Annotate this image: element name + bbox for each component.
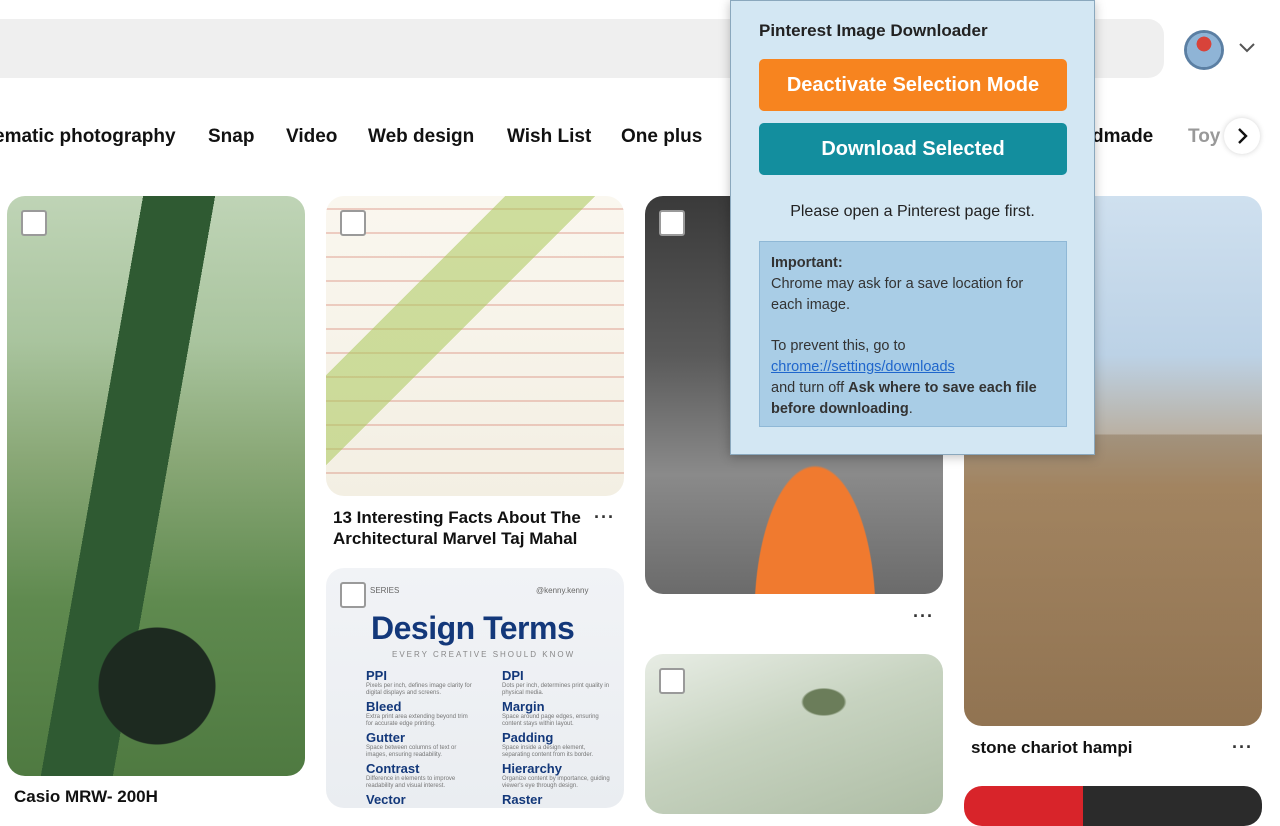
note-line: To prevent this, go to [771,338,906,355]
category-tab[interactable]: ematic photography [0,126,176,148]
category-tab[interactable]: Toy [1188,126,1220,148]
category-tab[interactable]: Video [286,126,337,148]
pin-title[interactable]: 13 Interesting Facts About The Architect… [333,507,583,549]
design-term: Contrast [366,761,420,776]
pin-image-taj-mahal[interactable] [326,196,624,496]
design-term-desc: Pixels per inch, defines image clarity f… [366,683,472,696]
select-checkbox[interactable] [340,210,366,236]
select-checkbox[interactable] [21,210,47,236]
important-note: Important: Chrome may ask for a save loc… [759,241,1067,427]
category-tab[interactable]: Web design [368,126,474,148]
note-text: . [908,400,913,417]
design-subtitle: EVERY CREATIVE SHOULD KNOW [392,650,576,659]
design-term: Hierarchy [502,761,562,776]
design-term-desc: Dots per inch, determines print quality … [502,683,610,696]
design-term: Margin [502,699,545,714]
pin-image-watch[interactable] [7,196,305,776]
chevron-down-icon[interactable] [1238,40,1256,54]
note-text: and turn off [771,379,849,396]
design-series-label: SERIES [370,586,400,595]
chevron-right-icon [1238,128,1248,144]
design-term: Bleed [366,699,402,714]
design-term-desc: Space inside a design element, separatin… [502,745,594,758]
category-tab[interactable]: dmade [1092,126,1153,148]
note-line: Chrome may ask for a save location for e… [771,275,1024,313]
chrome-settings-link[interactable]: chrome://settings/downloads [771,359,955,375]
more-options-icon[interactable]: ··· [913,606,934,627]
select-checkbox[interactable] [340,582,366,608]
select-checkbox[interactable] [659,210,685,236]
category-tab[interactable]: One plus [621,126,702,148]
design-term: PPI [366,668,387,683]
select-checkbox[interactable] [659,668,685,694]
note-heading: Important: [771,255,843,271]
extension-popup: Pinterest Image Downloader Deactivate Se… [730,0,1095,455]
pin-title[interactable]: stone chariot hampi [971,737,1133,758]
design-term: Padding [502,730,554,745]
pin-image-diesel[interactable] [964,786,1262,826]
design-term: Gutter [366,730,405,745]
pin-image-design-terms[interactable]: SERIES @kenny.kenny Design Terms EVERY C… [326,568,624,808]
design-term-desc: Extra print area extending beyond trim f… [366,714,468,727]
design-title: Design Terms [371,610,575,646]
pin-title[interactable]: Casio MRW- 200H [14,786,158,807]
design-handle-label: @kenny.kenny [536,586,589,595]
category-tab[interactable]: Wish List [507,126,591,148]
avatar[interactable] [1184,30,1224,70]
popup-title: Pinterest Image Downloader [759,21,988,40]
status-message: Please open a Pinterest page first. [790,203,1035,220]
more-options-icon[interactable]: ··· [1232,737,1253,758]
design-term-desc: Space between columns of text or images,… [366,745,457,758]
deactivate-selection-mode-button[interactable]: Deactivate Selection Mode [759,59,1067,111]
more-options-icon[interactable]: ··· [594,507,615,528]
download-selected-button[interactable]: Download Selected [759,123,1067,175]
design-term-desc: Difference in elements to improve readab… [366,776,456,789]
design-term-desc: Space around page edges, ensuring conten… [502,714,599,727]
design-term-desc: Organize content by importance, guiding … [502,776,610,789]
pin-image-branch[interactable] [645,654,943,814]
category-scroll-right-button[interactable] [1224,118,1260,154]
design-term: DPI [502,668,524,683]
category-tab[interactable]: Snap [208,126,254,148]
